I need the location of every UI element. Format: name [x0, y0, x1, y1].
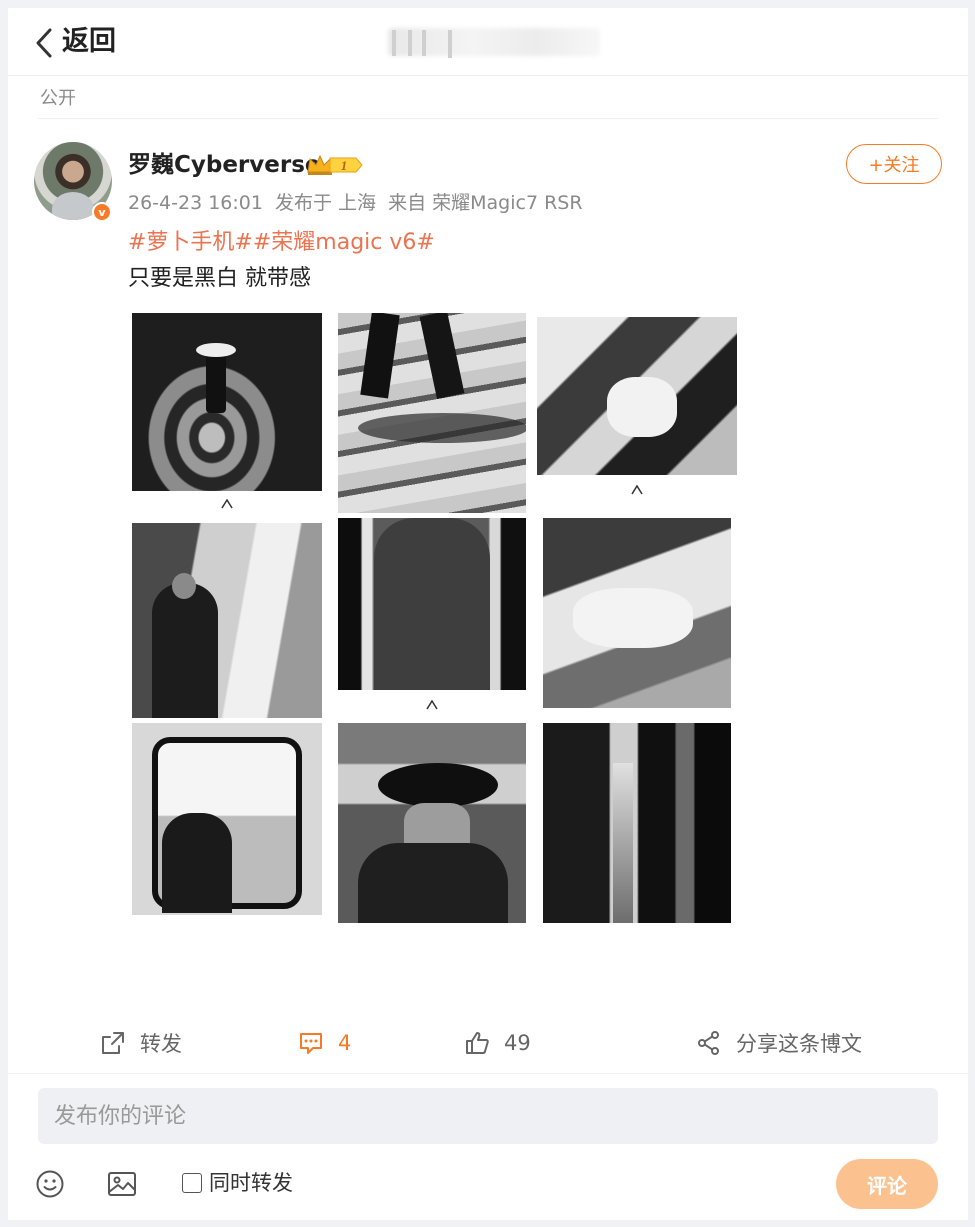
comment-button[interactable]: 4 — [298, 1018, 351, 1068]
share-arrow-icon — [102, 1032, 124, 1054]
comment-icon — [300, 1033, 322, 1054]
submit-comment-button[interactable]: 评论 — [836, 1159, 938, 1209]
post-location: 发布于 上海 — [275, 192, 377, 214]
back-button[interactable]: 返回 — [62, 24, 116, 60]
author-name[interactable]: 罗巍Cyberverse — [128, 150, 321, 180]
like-count: 49 — [504, 1031, 531, 1055]
follow-button[interactable]: +关注 — [846, 144, 942, 184]
level-number: 1 — [341, 158, 348, 173]
repost-button[interactable]: 转发 — [100, 1018, 182, 1068]
photo-platform-woman[interactable] — [132, 523, 322, 718]
comment-count: 4 — [338, 1031, 352, 1055]
share-label: 分享这条博文 — [736, 1032, 862, 1056]
share-button[interactable]: 分享这条博文 — [696, 1018, 862, 1068]
like-button[interactable]: 49 — [464, 1018, 531, 1068]
photo-sleeping-passenger[interactable] — [543, 518, 731, 708]
repost-checkbox[interactable] — [182, 1173, 202, 1193]
post-date[interactable]: 26-4-23 16:01 — [128, 192, 263, 214]
photo-fisherman[interactable] — [132, 313, 322, 513]
chevron-left-icon[interactable] — [34, 26, 54, 60]
comment-input[interactable] — [38, 1088, 938, 1144]
blurred-title — [388, 28, 600, 56]
post-device: 来自 荣耀Magic7 RSR — [388, 192, 583, 214]
divider — [38, 118, 938, 119]
photo-hat-man[interactable] — [338, 723, 526, 923]
share-nodes-icon — [698, 1031, 719, 1055]
repost-checkbox-label[interactable]: 同时转发 — [209, 1168, 293, 1198]
verified-badge-icon: v — [92, 202, 112, 222]
photo-train-sleepers[interactable] — [537, 317, 737, 513]
photo-walking-legs[interactable] — [338, 313, 526, 513]
post-text: 只要是黑白 就带感 — [128, 266, 311, 291]
post-meta: 26-4-23 16:01 发布于 上海 来自 荣耀Magic7 RSR — [128, 190, 589, 216]
action-bar: 转发 4 49 分享这条博文 — [8, 1018, 968, 1074]
repost-label: 转发 — [140, 1032, 182, 1056]
emoji-icon[interactable] — [34, 1168, 66, 1200]
thumbs-up-icon — [466, 1032, 489, 1054]
top-bar: 返回 — [8, 8, 968, 76]
visibility-label: 公开 — [40, 88, 76, 109]
post-card: 返回 公开 v 罗巍Cyberverse 1 26-4-23 16:01 发布于… — [8, 8, 968, 1220]
photo-man-back[interactable] — [338, 518, 526, 718]
photo-train-corridor[interactable] — [543, 723, 731, 923]
post-topics[interactable]: #萝卜手机##荣耀magic v6# — [128, 228, 435, 258]
crown-level-icon[interactable]: 1 — [306, 152, 364, 178]
image-upload-icon[interactable] — [106, 1168, 138, 1200]
photo-window-woman[interactable] — [132, 723, 322, 915]
